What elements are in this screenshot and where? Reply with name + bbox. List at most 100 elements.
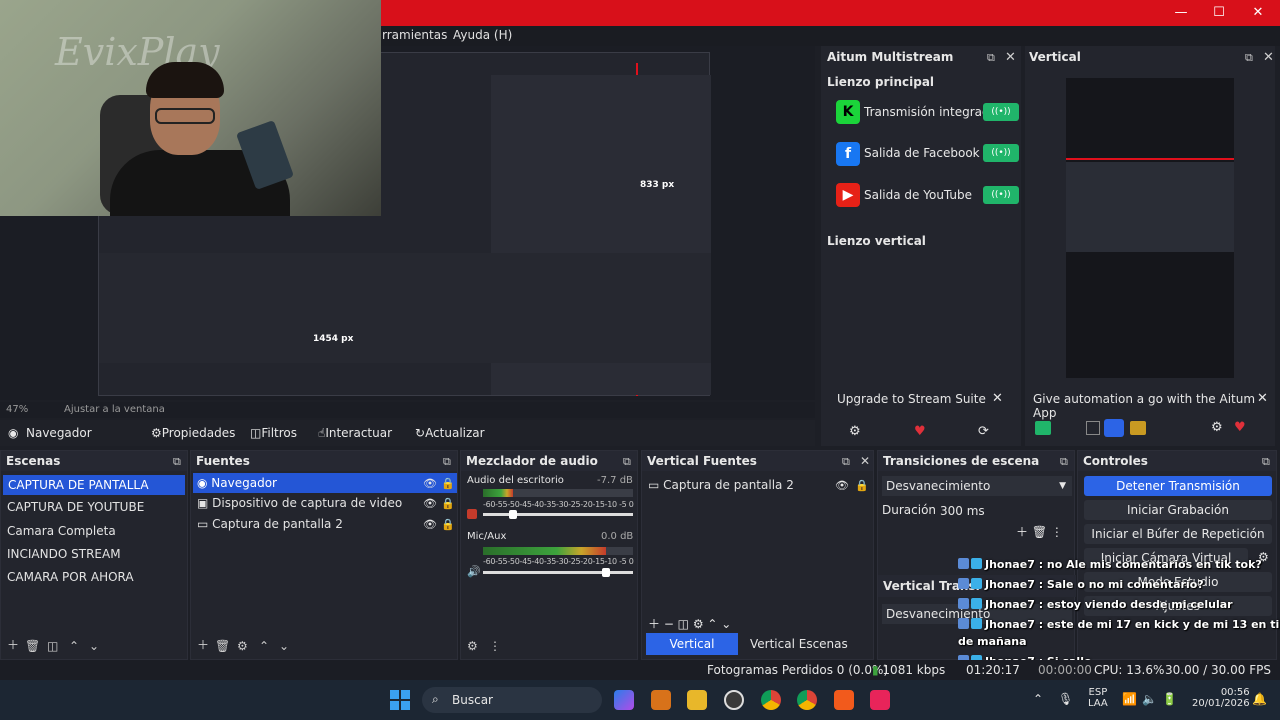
tab-vertical-scenes[interactable]: Vertical Escenas <box>750 633 848 655</box>
tiktok-live-icon[interactable] <box>870 690 890 710</box>
copilot-icon[interactable] <box>614 690 634 710</box>
volume-knob[interactable] <box>602 568 610 577</box>
scene-item[interactable]: Camara Completa <box>7 521 116 541</box>
wifi-icon[interactable]: 📶 <box>1122 692 1137 706</box>
chrome-icon[interactable] <box>761 690 781 710</box>
float-icon[interactable]: ⧉ <box>842 455 850 469</box>
float-icon[interactable]: ⧉ <box>173 455 181 469</box>
volume-slider[interactable] <box>483 513 633 516</box>
notification-icon[interactable]: 🔔 <box>1252 692 1267 706</box>
menu-tools[interactable]: rramientas <box>382 28 447 42</box>
eye-icon[interactable]: 👁 <box>423 477 437 490</box>
language-indicator[interactable]: ESP LAA <box>1088 687 1108 709</box>
mixer-settings-icon[interactable]: ⚙ <box>467 639 478 653</box>
source-item[interactable]: ▭ Captura de pantalla 2 <box>197 514 343 534</box>
volume-slider[interactable] <box>483 571 633 574</box>
scene-item[interactable]: CAPTURA DE PANTALLA <box>3 475 185 495</box>
refresh-icon[interactable]: ⟳ <box>978 424 989 439</box>
gear-icon[interactable]: ⚙ <box>1211 420 1223 435</box>
properties-button[interactable]: ⚙Propiedades <box>151 424 235 442</box>
heart-icon[interactable]: ♥ <box>914 424 926 439</box>
filters-button[interactable]: ◫Filtros <box>250 424 297 442</box>
clock[interactable]: 00:56 20/01/2026 <box>1192 687 1250 709</box>
add-source-icon[interactable]: ＋ <box>197 636 209 653</box>
search-app-icon[interactable] <box>651 690 671 710</box>
close-icon[interactable]: ✕ <box>1263 50 1274 65</box>
float-icon[interactable]: ⧉ <box>1245 51 1253 65</box>
transition-select[interactable]: Desvanecimiento ▼ <box>882 476 1072 496</box>
canvas-icon[interactable] <box>1086 421 1100 435</box>
float-icon[interactable]: ⧉ <box>1262 455 1270 469</box>
upgrade-link[interactable]: Upgrade to Stream Suite <box>837 392 986 406</box>
upgrade-close-icon[interactable]: ✕ <box>992 391 1003 406</box>
lock-icon[interactable]: 🔒 <box>855 479 869 492</box>
eye-icon[interactable]: 👁 <box>423 518 437 531</box>
chrome-profile-icon[interactable] <box>797 690 817 710</box>
volume-icon[interactable]: 🔈 <box>1142 692 1157 706</box>
float-icon[interactable]: ⧉ <box>623 455 631 469</box>
source-item[interactable]: ◉ Navegador <box>193 473 457 493</box>
obs-icon[interactable] <box>724 690 744 710</box>
interact-button[interactable]: ☝Interactuar <box>318 424 392 442</box>
refresh-button[interactable]: ↻Actualizar <box>415 424 485 442</box>
replay-icon[interactable] <box>1130 421 1146 435</box>
float-icon[interactable]: ⧉ <box>443 455 451 469</box>
stream-toggle-icon[interactable] <box>1035 421 1051 435</box>
float-icon[interactable]: ⧉ <box>1060 455 1068 469</box>
close-icon[interactable]: ✕ <box>860 454 870 468</box>
vertical-source-tools[interactable]: ＋ − ◫ ⚙ ⌃ ⌄ <box>648 615 731 632</box>
move-down-icon[interactable]: ⌄ <box>279 639 289 653</box>
speaker-icon[interactable]: 🔊 <box>467 565 481 578</box>
menu-help[interactable]: Ayuda (H) <box>453 28 512 42</box>
banner-close-icon[interactable]: ✕ <box>1257 391 1268 406</box>
gear-icon[interactable]: ⚙ <box>849 424 861 439</box>
move-up-icon[interactable]: ⌃ <box>259 639 269 653</box>
move-up-icon[interactable]: ⌃ <box>69 639 79 653</box>
duration-input[interactable]: 300 ms <box>936 501 1056 521</box>
output-facebook-toggle[interactable]: ((•)) <box>983 144 1019 162</box>
minimize-button[interactable]: — <box>1166 4 1196 22</box>
close-button[interactable]: ✕ <box>1243 4 1273 22</box>
float-icon[interactable]: ⧉ <box>987 51 995 65</box>
record-icon[interactable] <box>1104 419 1124 437</box>
add-scene-icon[interactable]: ＋ <box>7 636 19 653</box>
windows-start-icon[interactable] <box>390 690 410 710</box>
move-down-icon[interactable]: ⌄ <box>89 639 99 653</box>
eye-icon[interactable]: 👁 <box>423 497 437 510</box>
lock-icon[interactable]: 🔒 <box>441 518 455 531</box>
transition-tools[interactable]: ＋ 🗑 ⋮ <box>1016 523 1063 540</box>
taskbar-search[interactable]: ⌕ Buscar <box>422 687 602 713</box>
aitum-app-banner[interactable]: Give automation a go with the Aitum App <box>1033 392 1280 420</box>
maximize-button[interactable]: ☐ <box>1204 4 1234 22</box>
lock-icon[interactable]: 🔒 <box>441 497 455 510</box>
scene-item[interactable]: INCIANDO STREAM <box>7 544 121 564</box>
volume-knob[interactable] <box>509 510 517 519</box>
mic-icon[interactable]: 🎙 <box>1058 692 1073 706</box>
start-recording-button[interactable]: Iniciar Grabación <box>1084 500 1272 520</box>
heart-icon[interactable]: ♥ <box>1234 420 1246 435</box>
file-explorer-icon[interactable] <box>687 690 707 710</box>
brave-icon[interactable] <box>834 690 854 710</box>
scene-filter-icon[interactable]: ◫ <box>47 639 58 653</box>
menu-dots-icon[interactable]: ⋮ <box>489 639 501 653</box>
vertical-preview[interactable] <box>1066 78 1234 378</box>
replay-buffer-button[interactable]: Iniciar el Búfer de Repetición <box>1084 524 1272 544</box>
zoom-fit[interactable]: Ajustar a la ventana <box>64 404 165 415</box>
source-item[interactable]: ▣ Dispositivo de captura de video <box>197 493 402 513</box>
trash-icon[interactable]: 🗑 <box>25 639 40 653</box>
gear-icon[interactable]: ⚙ <box>237 639 248 653</box>
vertical-source-item[interactable]: ▭ Captura de pantalla 2 <box>648 475 794 495</box>
tab-vertical-sources[interactable]: Vertical Fuentes <box>646 633 738 673</box>
output-youtube-toggle[interactable]: ((•)) <box>983 186 1019 204</box>
zoom-percent[interactable]: 47% <box>6 404 28 415</box>
scene-item[interactable]: CAMARA POR AHORA <box>7 567 134 587</box>
stop-stream-button[interactable]: Detener Transmisión <box>1084 476 1272 496</box>
trash-icon[interactable]: 🗑 <box>215 639 230 653</box>
eye-icon[interactable]: 👁 <box>835 479 849 492</box>
tray-chevron-icon[interactable]: ⌃ <box>1033 692 1043 706</box>
battery-icon[interactable]: 🔋 <box>1162 692 1177 706</box>
output-kick-toggle[interactable]: ((•)) <box>983 103 1019 121</box>
lock-icon[interactable]: 🔒 <box>441 477 455 490</box>
scene-item[interactable]: CAPTURA DE YOUTUBE <box>7 497 144 517</box>
close-icon[interactable]: ✕ <box>1005 50 1016 65</box>
